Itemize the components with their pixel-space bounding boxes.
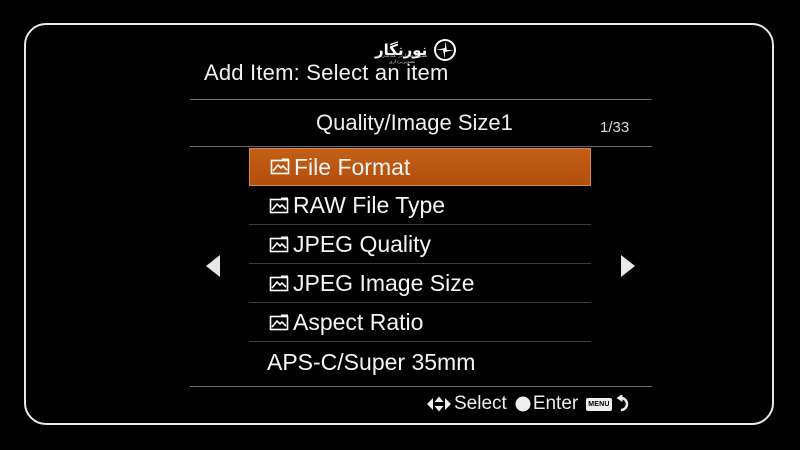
previous-page-arrow-icon[interactable] [206,255,220,277]
page-title: Add Item: Select an item [204,60,449,85]
menu-item-file-format[interactable]: File Format [249,148,591,186]
select-hint-label: Select [454,393,507,414]
photo-icon [269,275,289,291]
menu-item-jpeg-quality[interactable]: JPEG Quality [249,226,591,264]
aperture-icon [434,39,457,61]
menu-item-raw-file-type[interactable]: RAW File Type [249,187,591,225]
menu-item-jpeg-image-size[interactable]: JPEG Image Size [249,265,591,303]
menu-list: File Format RAW File Type JPEG Quality J… [249,148,591,382]
photo-icon [269,236,289,252]
page-indicator: 1/33 [600,119,630,136]
divider [190,146,652,147]
menu-item-label: JPEG Quality [293,231,432,257]
divider [190,99,652,100]
footer-hints: Select Enter MENU [426,393,634,415]
menu-item-label: File Format [294,153,411,180]
center-button-icon [515,396,531,412]
return-icon [616,395,628,412]
photo-icon [270,158,290,175]
menu-item-label: RAW File Type [293,192,446,218]
photo-icon [269,314,289,330]
enter-hint-label: Enter [532,393,579,414]
next-page-arrow-icon[interactable] [621,255,635,277]
direction-pad-icon [427,396,451,412]
menu-item-label: Aspect Ratio [293,309,424,335]
menu-item-label: JPEG Image Size [293,270,475,296]
menu-item-aspect-ratio[interactable]: Aspect Ratio [249,304,591,342]
photo-icon [269,197,289,213]
menu-item-label: APS-C/Super 35mm [267,348,476,375]
menu-item-aps-c-super-35mm[interactable]: APS-C/Super 35mm [249,343,591,381]
tab-title: Quality/Image Size1 [316,110,513,135]
menu-key-icon: MENU [586,397,612,411]
divider [190,386,652,387]
